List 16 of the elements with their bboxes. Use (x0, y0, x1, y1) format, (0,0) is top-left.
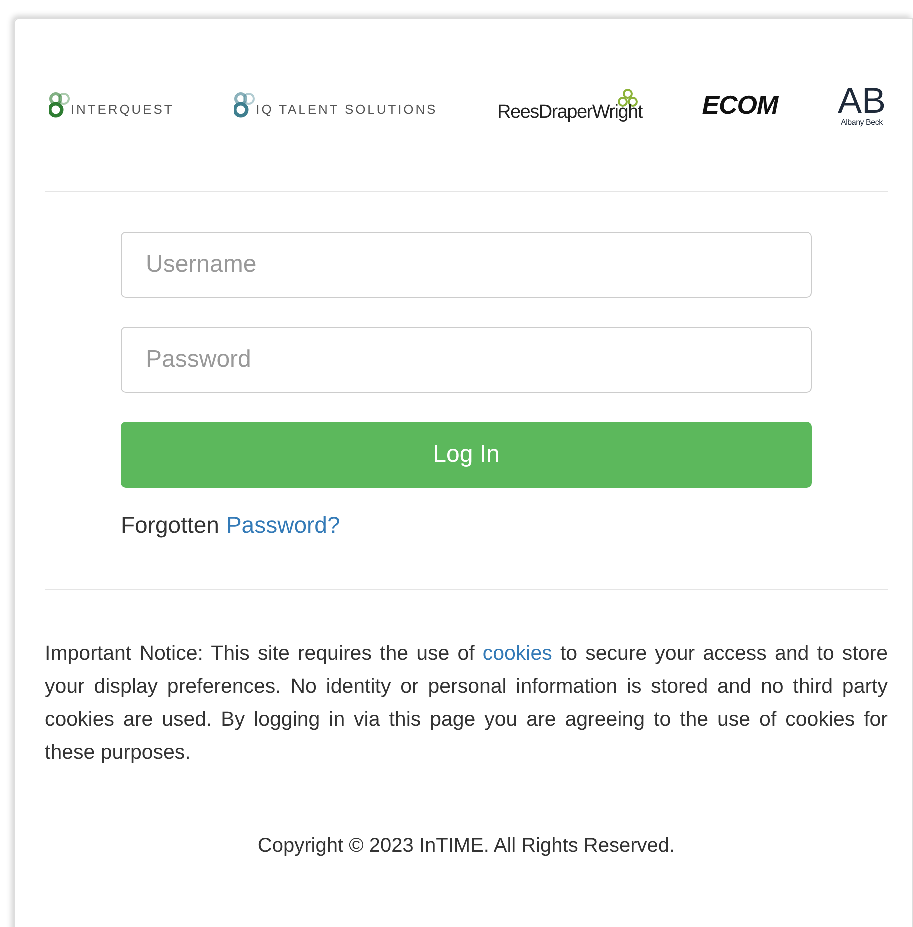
rings-icon (49, 91, 71, 119)
logo-text: IQ TALENT SOLUTIONS (256, 103, 438, 116)
logo-text: INTERQUEST (71, 103, 174, 116)
login-button[interactable]: Log In (121, 422, 812, 488)
notice-text: Important Notice: This site requires the use of cookies to secure your access and to store your display preferences. No identity or personal information is stored and no third party cookies are used. By logging in via this page you are agreeing to the use of cookies for these purposes. (45, 640, 888, 766)
password-field[interactable]: Password (121, 327, 812, 393)
logo-text: Albany Beck (841, 119, 883, 127)
username-field[interactable]: Username (121, 232, 812, 298)
cookies-link[interactable]: cookies (482, 642, 552, 664)
password-link[interactable]: Password? (226, 508, 340, 542)
logo-text: AB (838, 83, 886, 119)
copyright-text: Copyright © 2023 InTIME. All Rights Reserved. (256, 834, 676, 858)
rings-icon (234, 91, 256, 119)
forgotten-label: Forgotten (121, 511, 220, 540)
logo-text: ReesDraperWright (498, 102, 642, 122)
logo-text: ECOM (702, 92, 778, 118)
